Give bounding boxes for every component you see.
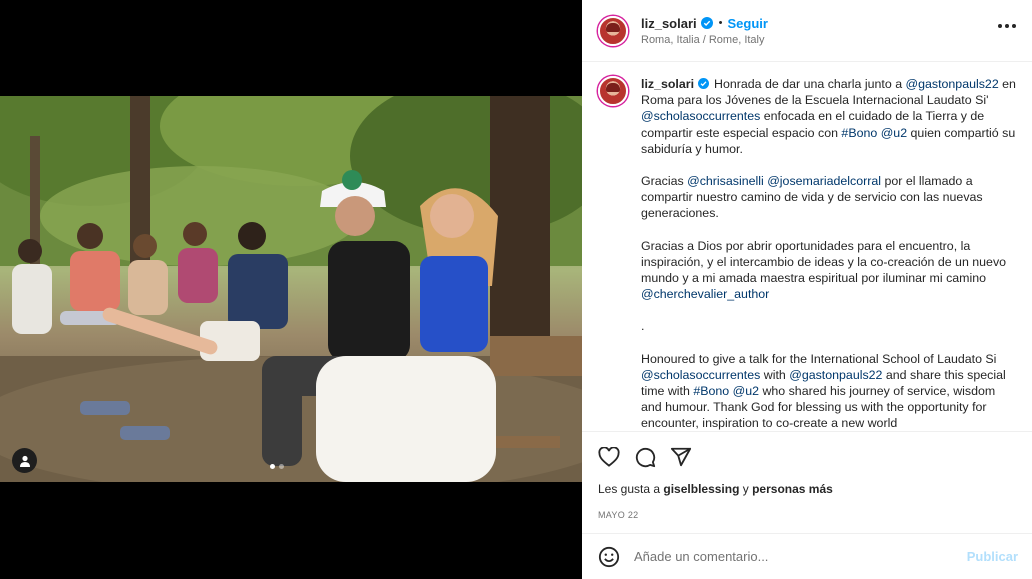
- photo-illustration: [0, 96, 582, 482]
- liker-username[interactable]: giselblessing: [663, 482, 739, 496]
- post-media[interactable]: [0, 0, 582, 579]
- caption-segment: Gracias: [641, 174, 688, 189]
- avatar[interactable]: [598, 15, 628, 46]
- emoji-icon[interactable]: [598, 546, 620, 568]
- hashtag-link[interactable]: #Bono: [841, 126, 877, 140]
- verified-badge-icon: [700, 17, 713, 29]
- location-link[interactable]: Roma, Italia / Rome, Italy: [641, 34, 768, 46]
- mention-link[interactable]: @u2: [733, 384, 759, 398]
- caption-segment: Honoured to give a talk for the Internat…: [641, 351, 997, 366]
- username-link[interactable]: liz_solari: [641, 16, 697, 31]
- caption-username[interactable]: liz_solari: [641, 77, 694, 91]
- likes-prefix: Les gusta a: [598, 482, 664, 496]
- publish-button[interactable]: Publicar: [967, 549, 1018, 564]
- comment-icon[interactable]: [634, 446, 656, 468]
- likes-summary[interactable]: Les gusta a giselblessing y personas más: [582, 482, 1032, 496]
- separator-dot: •: [718, 17, 723, 29]
- likes-others[interactable]: personas más: [752, 482, 833, 496]
- caption-scroll-area[interactable]: liz_solari Honrada de dar una charla junt…: [582, 62, 1032, 432]
- carousel-indicator: [270, 464, 284, 469]
- post-date[interactable]: MAYO 22: [582, 496, 1032, 520]
- mention-link[interactable]: @josemariadelcorral: [767, 174, 881, 188]
- comment-input[interactable]: [634, 549, 967, 564]
- heart-icon[interactable]: [598, 447, 620, 467]
- mention-link[interactable]: @scholasoccurrentes: [641, 368, 760, 382]
- caption-text: liz_solari Honrada de dar una charla junt…: [641, 76, 1016, 431]
- mention-link[interactable]: @gastonpauls22: [906, 77, 999, 91]
- more-options-icon[interactable]: [998, 24, 1016, 28]
- caption-segment: with: [760, 367, 790, 382]
- likes-mid: y: [739, 482, 753, 496]
- mention-link[interactable]: @cherchevalier_author: [641, 287, 769, 301]
- post-header: liz_solari • Seguir Roma, Italia / Rome,…: [582, 0, 1032, 62]
- mention-link[interactable]: @scholasoccurrentes: [641, 109, 760, 123]
- comment-bar: Publicar: [582, 533, 1032, 579]
- verified-badge-icon: [698, 78, 710, 89]
- caption-avatar[interactable]: [598, 76, 628, 106]
- caption-segment: Honrada de dar una charla junto a: [714, 77, 906, 91]
- user-tag-button[interactable]: [12, 448, 37, 473]
- hashtag-link[interactable]: #Bono: [693, 384, 729, 398]
- mention-link[interactable]: @u2: [881, 126, 907, 140]
- action-bar: [582, 432, 1032, 482]
- follow-button[interactable]: Seguir: [728, 16, 768, 31]
- carousel-dot: [279, 464, 284, 469]
- post-photo[interactable]: [0, 96, 582, 482]
- mention-link[interactable]: @chrisasinelli: [687, 174, 764, 188]
- caption-segment: .: [641, 319, 645, 334]
- share-icon[interactable]: [670, 446, 692, 468]
- post-side-panel: liz_solari • Seguir Roma, Italia / Rome,…: [582, 0, 1032, 579]
- mention-link[interactable]: @gastonpauls22: [789, 368, 882, 382]
- user-tag-icon: [19, 455, 30, 467]
- carousel-dot-active: [270, 464, 275, 469]
- caption-segment: Gracias a Dios por abrir oportunidades p…: [641, 238, 1007, 286]
